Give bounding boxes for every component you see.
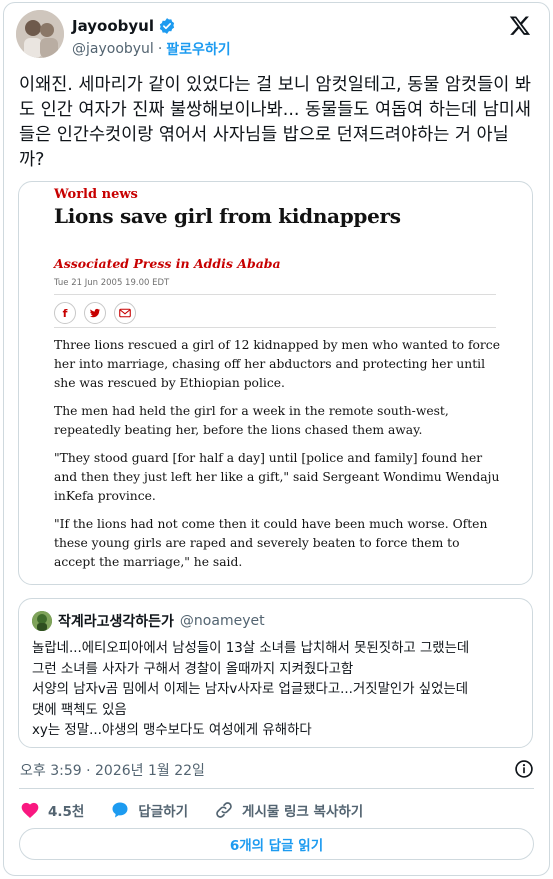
twitter-icon	[84, 302, 106, 324]
facebook-icon: f	[54, 302, 76, 324]
actions-divider	[19, 788, 534, 789]
article-paragraph: The men had held the girl for a week in …	[54, 404, 449, 437]
article-paragraph: "If the lions had not come then it could…	[54, 517, 488, 569]
tweet-timestamp[interactable]: 오후 3:59 · 2026년 1월 22일	[20, 760, 205, 780]
article-section: World news	[54, 187, 138, 202]
quoted-author-name: 작계라고생각하든가	[58, 614, 174, 630]
action-bar: 4.5천 답글하기 게시물 링크 복사하기	[20, 798, 389, 822]
verified-badge-icon	[159, 18, 175, 34]
article-body: Three lions rescued a girl of 12 kidnapp…	[54, 336, 504, 581]
like-count: 4.5천	[48, 804, 85, 820]
quoted-line: xy는 정말...야생의 맹수보다도 여성에게 유해하다	[32, 723, 312, 738]
separator-dot: ·	[157, 41, 163, 57]
link-icon	[216, 802, 232, 818]
author-avatar[interactable]	[16, 10, 64, 58]
like-button[interactable]: 4.5천	[20, 800, 84, 820]
article-headline: Lions save girl from kidnappers	[54, 204, 401, 228]
tweet-text: 이왜진. 세마리가 같이 있었다는 걸 보니 암컷일테고, 동물 암컷들이 봐도…	[19, 75, 531, 170]
article-divider	[54, 294, 496, 295]
tweet-header: Jayoobyul @jayoobyul · 팔로우하기	[16, 10, 536, 60]
article-paragraph: Three lions rescued a girl of 12 kidnapp…	[54, 338, 500, 390]
quoted-line: 놀랍네...에티오피아에서 남성들이 13살 소녀를 납치해서 못된짓하고 그랬…	[32, 641, 470, 656]
email-icon	[114, 302, 136, 324]
article-paragraph: "They stood guard [for half a day] until…	[54, 451, 500, 503]
author-name[interactable]: Jayoobyul	[72, 17, 154, 35]
quoted-author-handle: @noameyet	[179, 613, 265, 629]
quoted-author-avatar	[32, 611, 52, 631]
quoted-tweet[interactable]: 작계라고생각하든가 @noameyet 놀랍네...에티오피아에서 남성들이 1…	[18, 598, 533, 748]
quoted-tweet-text: 놀랍네...에티오피아에서 남성들이 13살 소녀를 납치해서 못된짓하고 그랬…	[32, 639, 524, 742]
quoted-line: 그런 소녀를 사자가 구해서 경찰이 올때까지 지켜줬다고함	[32, 661, 354, 677]
article-byline: Associated Press in Addis Ababa	[54, 256, 281, 271]
reply-button[interactable]: 답글하기	[110, 800, 188, 820]
article-screenshot-image[interactable]: World news Lions save girl from kidnappe…	[18, 181, 533, 585]
x-logo-icon[interactable]	[508, 14, 532, 38]
reply-bubble-icon	[112, 802, 128, 818]
author-handle-row: @jayoobyul · 팔로우하기	[72, 39, 231, 59]
copy-link-button[interactable]: 게시물 링크 복사하기	[214, 800, 363, 820]
follow-button[interactable]: 팔로우하기	[166, 39, 230, 59]
info-icon[interactable]	[514, 759, 534, 779]
author-handle[interactable]: @jayoobyul	[72, 41, 154, 57]
copy-link-label: 게시물 링크 복사하기	[242, 804, 364, 820]
heart-icon	[21, 802, 39, 818]
quoted-tweet-header: 작계라고생각하든가 @noameyet	[32, 611, 265, 631]
reply-label: 답글하기	[138, 804, 189, 820]
quoted-line: 서양의 남자v곰 밈에서 이제는 남자v사자로 업글됐다고...거짓말인가 싶었…	[32, 682, 469, 697]
article-date: Tue 21 Jun 2005 19.00 EDT	[54, 278, 170, 288]
author-name-row: Jayoobyul	[72, 17, 176, 35]
article-divider	[54, 327, 496, 328]
read-replies-button[interactable]: 6개의 답글 읽기	[19, 828, 534, 860]
quoted-line: 댓에 팩첵도 있음	[32, 702, 127, 718]
